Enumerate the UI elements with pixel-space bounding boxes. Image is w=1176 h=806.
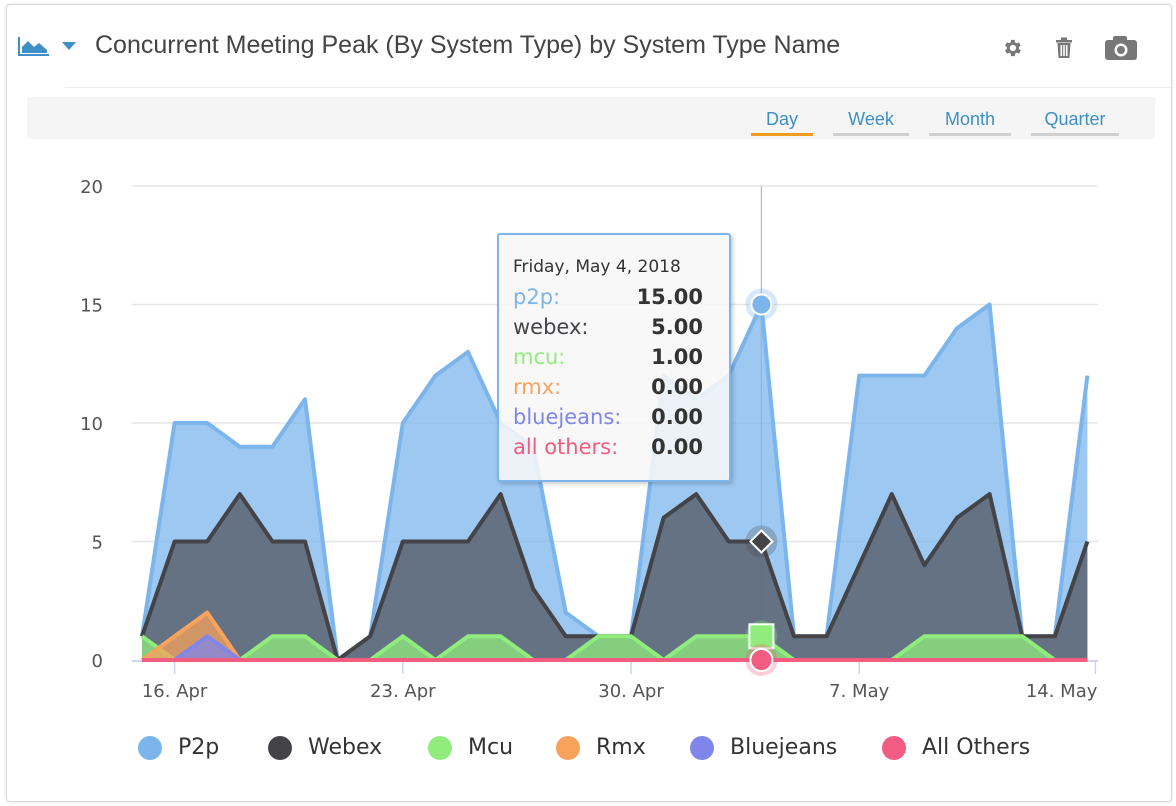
legend-label: Mcu bbox=[468, 735, 514, 760]
x-tick-label: 14. May bbox=[1026, 681, 1098, 702]
x-tick-label: 7. May bbox=[829, 681, 889, 702]
area-mcu bbox=[142, 636, 1088, 660]
tooltip-label: mcu: bbox=[513, 345, 566, 369]
y-tick-label: 0 bbox=[92, 651, 103, 672]
tooltip-value: 15.00 bbox=[636, 285, 703, 309]
legend-label: Webex bbox=[308, 735, 383, 760]
legend-item-bluejeans[interactable]: Bluejeans bbox=[690, 735, 837, 760]
all-others-marker bbox=[749, 648, 774, 672]
legend-marker-icon bbox=[690, 735, 714, 760]
legend-item-webex[interactable]: Webex bbox=[268, 735, 382, 760]
tooltip-label: p2p: bbox=[513, 285, 561, 309]
legend-item-all-others[interactable]: All Others bbox=[882, 735, 1030, 760]
legend-marker-icon bbox=[556, 735, 580, 760]
tooltip-date: Friday, May 4, 2018 bbox=[513, 257, 681, 277]
tooltip-label: webex: bbox=[513, 315, 589, 339]
legend-label: All Others bbox=[922, 735, 1031, 760]
tooltip-row: p2p: 15.00 bbox=[513, 285, 703, 309]
y-tick-label: 15 bbox=[80, 296, 103, 317]
tooltip-row: rmx: 0.00 bbox=[513, 375, 703, 399]
p2p-marker bbox=[750, 293, 773, 316]
legend-item-rmx[interactable]: Rmx bbox=[556, 735, 646, 760]
x-tick-label: 23. Apr bbox=[370, 681, 436, 702]
legend-label: Bluejeans bbox=[730, 735, 838, 760]
tooltip-row: mcu: 1.00 bbox=[513, 345, 703, 369]
legend-marker-icon bbox=[882, 735, 906, 760]
y-tick-label: 10 bbox=[80, 414, 103, 435]
y-tick-label: 5 bbox=[92, 533, 103, 554]
chart-legend: P2p Webex Mcu Rmx Bluejeans All Others bbox=[0, 735, 1176, 775]
tooltip-value: 1.00 bbox=[651, 345, 703, 369]
legend-item-p2p[interactable]: P2p bbox=[138, 735, 219, 760]
x-tick-label: 16. Apr bbox=[142, 681, 208, 702]
legend-item-mcu[interactable]: Mcu bbox=[428, 735, 513, 760]
y-tick-label: 20 bbox=[80, 177, 103, 198]
tooltip-row: webex: 5.00 bbox=[513, 315, 703, 339]
x-tick-label: 30. Apr bbox=[598, 681, 664, 702]
legend-marker-icon bbox=[138, 735, 162, 760]
tooltip-value: 0.00 bbox=[651, 375, 703, 399]
tooltip-value: 0.00 bbox=[651, 435, 703, 459]
legend-marker-icon bbox=[268, 735, 292, 760]
legend-label: Rmx bbox=[596, 735, 646, 760]
tooltip-value: 0.00 bbox=[651, 405, 703, 429]
chart-tooltip: Friday, May 4, 2018 p2p: 15.00 webex: 5.00 m… bbox=[497, 233, 731, 482]
tooltip-value: 5.00 bbox=[651, 315, 703, 339]
tooltip-row: all others: 0.00 bbox=[513, 435, 703, 459]
legend-label: P2p bbox=[178, 735, 220, 760]
legend-marker-icon bbox=[428, 735, 452, 760]
tooltip-row: bluejeans: 0.00 bbox=[513, 405, 703, 429]
tooltip-label: bluejeans: bbox=[513, 405, 622, 429]
tooltip-label: rmx: bbox=[513, 375, 562, 399]
tooltip-label: all others: bbox=[513, 435, 619, 459]
